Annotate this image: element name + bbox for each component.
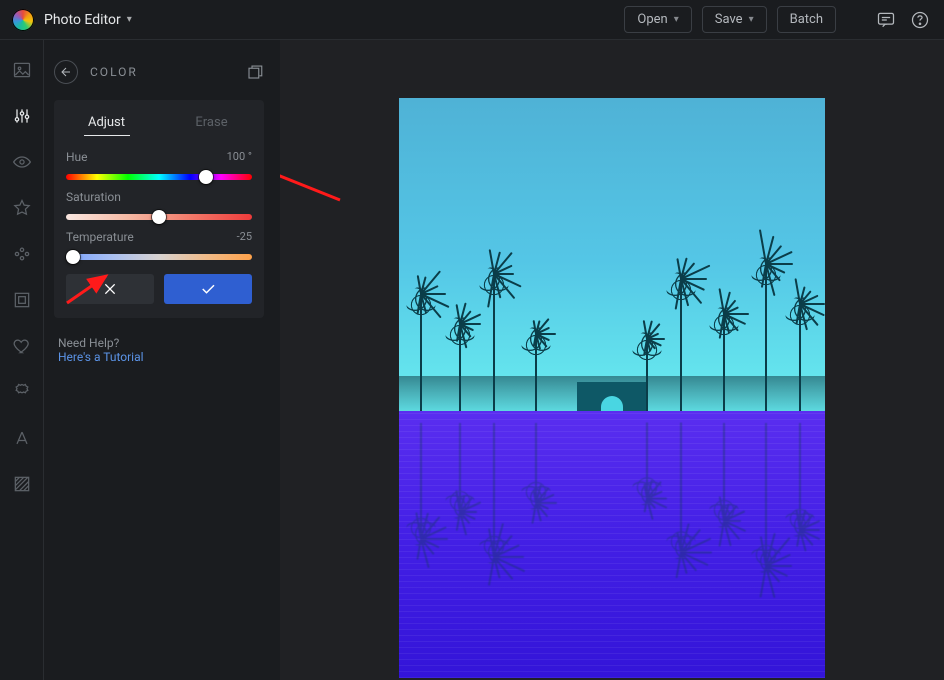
save-button[interactable]: Save ▾ bbox=[702, 6, 767, 33]
help-section: Need Help? Here's a Tutorial bbox=[48, 318, 270, 382]
open-label: Open bbox=[637, 12, 667, 27]
help-question: Need Help? bbox=[58, 336, 260, 350]
tab-erase[interactable]: Erase bbox=[159, 115, 264, 140]
apply-button[interactable] bbox=[164, 274, 252, 304]
visibility-tool-icon[interactable] bbox=[10, 150, 34, 174]
hue-thumb[interactable] bbox=[199, 170, 213, 184]
color-panel: COLOR Adjust Erase Hue 100 ° bbox=[44, 40, 280, 680]
tool-rail bbox=[0, 40, 44, 680]
chevron-down-icon: ▾ bbox=[674, 14, 679, 25]
hue-slider[interactable] bbox=[66, 174, 252, 180]
annotation-arrow bbox=[280, 150, 350, 210]
temperature-value: -25 bbox=[237, 230, 252, 244]
saturation-slider-group: Saturation bbox=[54, 180, 264, 220]
help-tutorial-link[interactable]: Here's a Tutorial bbox=[58, 350, 144, 364]
compare-icon[interactable] bbox=[246, 63, 264, 81]
canvas[interactable] bbox=[280, 40, 944, 680]
gear-tool-icon[interactable] bbox=[10, 380, 34, 404]
close-icon bbox=[102, 281, 118, 297]
tab-adjust[interactable]: Adjust bbox=[54, 115, 159, 140]
temperature-label: Temperature bbox=[66, 230, 134, 244]
star-tool-icon[interactable] bbox=[10, 196, 34, 220]
panel-title: COLOR bbox=[90, 65, 234, 79]
hue-value: 100 ° bbox=[227, 150, 252, 164]
heart-tool-icon[interactable] bbox=[10, 334, 34, 358]
batch-button[interactable]: Batch bbox=[777, 6, 836, 33]
texture-tool-icon[interactable] bbox=[10, 472, 34, 496]
temperature-thumb[interactable] bbox=[66, 250, 80, 264]
save-label: Save bbox=[715, 12, 743, 27]
saturation-label: Saturation bbox=[66, 190, 121, 204]
frame-tool-icon[interactable] bbox=[10, 288, 34, 312]
temperature-slider[interactable] bbox=[66, 254, 252, 260]
top-bar: Photo Editor ▾ Open ▾ Save ▾ Batch bbox=[0, 0, 944, 40]
check-icon bbox=[199, 280, 217, 298]
temperature-slider-group: Temperature -25 bbox=[54, 220, 264, 260]
chevron-down-icon: ▾ bbox=[127, 14, 132, 25]
image-tool-icon[interactable] bbox=[10, 58, 34, 82]
adjust-tool-icon[interactable] bbox=[10, 104, 34, 128]
help-icon[interactable] bbox=[908, 8, 932, 32]
back-button[interactable] bbox=[54, 60, 78, 84]
saturation-slider[interactable] bbox=[66, 214, 252, 220]
app-title-dropdown[interactable]: Photo Editor ▾ bbox=[44, 12, 132, 28]
cancel-button[interactable] bbox=[66, 274, 154, 304]
saturation-thumb[interactable] bbox=[152, 210, 166, 224]
nodes-tool-icon[interactable] bbox=[10, 242, 34, 266]
hue-label: Hue bbox=[66, 150, 88, 164]
app-logo bbox=[12, 9, 34, 31]
photo-preview bbox=[399, 98, 825, 678]
app-title-label: Photo Editor bbox=[44, 12, 121, 28]
chevron-down-icon: ▾ bbox=[749, 14, 754, 25]
text-tool-icon[interactable] bbox=[10, 426, 34, 450]
batch-label: Batch bbox=[790, 12, 823, 27]
open-button[interactable]: Open ▾ bbox=[624, 6, 691, 33]
hue-slider-group: Hue 100 ° bbox=[54, 140, 264, 180]
feedback-icon[interactable] bbox=[874, 8, 898, 32]
adjust-card: Adjust Erase Hue 100 ° Saturation bbox=[54, 100, 264, 318]
